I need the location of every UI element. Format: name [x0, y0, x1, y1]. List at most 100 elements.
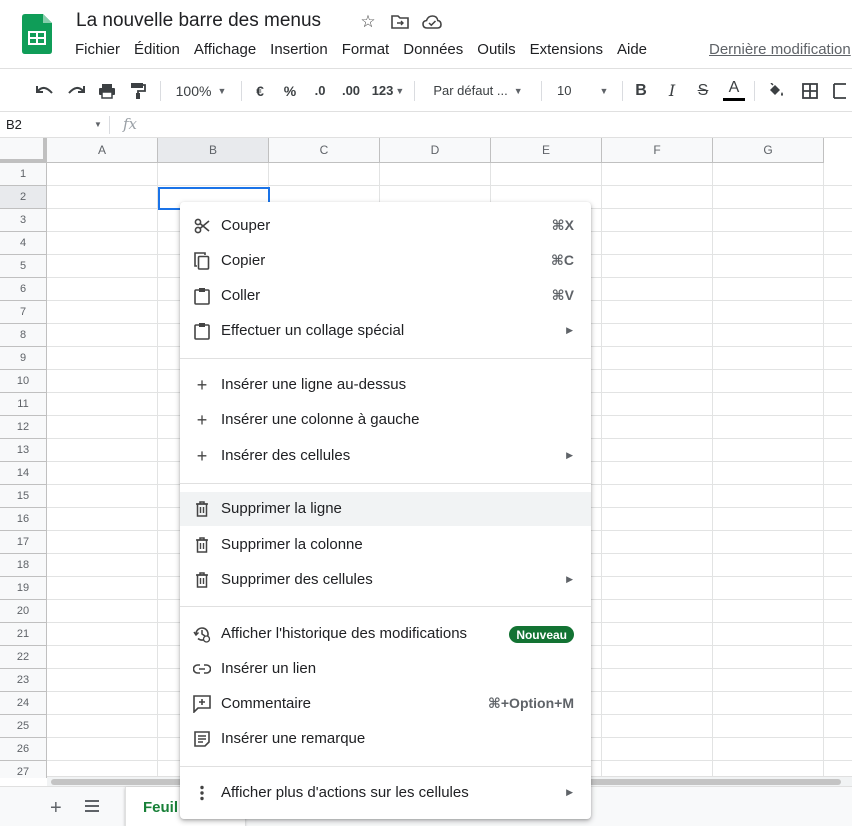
menu-item-insert-row-above[interactable]: + Insérer une ligne au-dessus — [180, 368, 591, 402]
name-box[interactable]: B2 — [6, 117, 22, 132]
menu-fichier[interactable]: Fichier — [68, 40, 127, 59]
column-header[interactable]: F — [602, 138, 713, 163]
currency-button[interactable]: € — [250, 69, 270, 112]
row-header[interactable]: 12 — [0, 416, 47, 439]
move-folder-icon[interactable] — [389, 11, 411, 33]
row-header[interactable]: 6 — [0, 278, 47, 301]
chevron-down-icon[interactable]: ▼ — [94, 120, 102, 129]
menu-edition[interactable]: Édition — [127, 40, 187, 59]
context-menu: Couper ⌘X Copier ⌘C Coller ⌘V Effectuer … — [180, 202, 591, 819]
row-header[interactable]: 2 — [0, 186, 47, 209]
menu-item-label: Insérer un lien — [221, 660, 317, 677]
row-header[interactable]: 4 — [0, 232, 47, 255]
row-header[interactable]: 27 — [0, 761, 47, 778]
document-title[interactable]: La nouvelle barre des menus — [76, 10, 321, 32]
borders-icon[interactable] — [798, 69, 822, 112]
column-header[interactable]: B — [158, 138, 269, 163]
toolbar-divider — [622, 81, 623, 101]
paint-format-icon[interactable] — [125, 69, 151, 112]
row-header[interactable]: 23 — [0, 669, 47, 692]
menu-donnees[interactable]: Données — [396, 40, 470, 59]
row-header[interactable]: 14 — [0, 462, 47, 485]
menu-format[interactable]: Format — [335, 40, 397, 59]
percent-button[interactable]: % — [280, 69, 300, 112]
column-header[interactable]: A — [47, 138, 158, 163]
menu-item-insert-link[interactable]: Insérer un lien — [180, 652, 591, 686]
undo-icon[interactable] — [32, 69, 58, 112]
row-header[interactable]: 24 — [0, 692, 47, 715]
menu-item-paste[interactable]: Coller ⌘V — [180, 279, 591, 313]
menu-item-paste-special[interactable]: Effectuer un collage spécial ▶ — [180, 314, 591, 348]
bold-button[interactable]: B — [630, 69, 652, 112]
toolbar: 100% ▼ € % .0 .00 123 ▼ Par défaut ... ▼ 10… — [0, 68, 852, 112]
row-header[interactable]: 9 — [0, 347, 47, 370]
last-edit-link[interactable]: Dernière modification — [709, 41, 851, 58]
column-header[interactable]: E — [491, 138, 602, 163]
more-formats-button[interactable]: 123 ▼ — [369, 69, 407, 112]
sheets-logo-icon[interactable] — [22, 14, 52, 54]
shortcut-label: ⌘X — [551, 217, 574, 233]
zoom-select[interactable]: 100% ▼ — [168, 69, 234, 112]
grid-line — [47, 185, 852, 186]
row-header[interactable]: 18 — [0, 554, 47, 577]
font-select[interactable]: Par défaut ... ▼ — [424, 69, 532, 112]
menu-aide[interactable]: Aide — [610, 40, 654, 59]
row-header[interactable]: 15 — [0, 485, 47, 508]
menu-item-edit-history[interactable]: Afficher l'historique des modifications … — [180, 617, 591, 651]
menu-item-cut[interactable]: Couper ⌘X — [180, 209, 591, 243]
row-header[interactable]: 13 — [0, 439, 47, 462]
italic-button[interactable]: I — [661, 69, 683, 112]
menu-outils[interactable]: Outils — [470, 40, 522, 59]
menu-item-delete-cells[interactable]: Supprimer des cellules ▶ — [180, 563, 591, 597]
row-header[interactable]: 17 — [0, 531, 47, 554]
row-header[interactable]: 10 — [0, 370, 47, 393]
chevron-down-icon: ▼ — [395, 85, 405, 96]
row-header[interactable]: 22 — [0, 646, 47, 669]
menu-item-more-actions[interactable]: Afficher plus d'actions sur les cellules… — [180, 776, 591, 810]
increase-decimal-button[interactable]: .00 — [338, 69, 364, 112]
toolbar-divider — [160, 81, 161, 101]
row-header[interactable]: 8 — [0, 324, 47, 347]
star-icon[interactable]: ☆ — [357, 11, 379, 33]
row-header[interactable]: 11 — [0, 393, 47, 416]
column-header[interactable]: D — [380, 138, 491, 163]
font-size-select[interactable]: 10 ▼ — [548, 69, 616, 112]
menu-item-delete-column[interactable]: Supprimer la colonne — [180, 528, 591, 562]
redo-icon[interactable] — [63, 69, 89, 112]
merge-cells-icon[interactable] — [828, 69, 852, 112]
column-header[interactable]: G — [713, 138, 824, 163]
row-header[interactable]: 1 — [0, 163, 47, 186]
column-header[interactable]: C — [269, 138, 380, 163]
chevron-down-icon: ▼ — [217, 85, 227, 96]
menu-item-insert-cells[interactable]: + Insérer des cellules ▶ — [180, 439, 591, 473]
menu-item-copy[interactable]: Copier ⌘C — [180, 244, 591, 278]
toolbar-divider — [541, 81, 542, 101]
row-header[interactable]: 25 — [0, 715, 47, 738]
menu-affichage[interactable]: Affichage — [187, 40, 263, 59]
menu-item-insert-column-left[interactable]: + Insérer une colonne à gauche — [180, 403, 591, 437]
cloud-status-icon[interactable] — [421, 11, 443, 33]
row-header[interactable]: 5 — [0, 255, 47, 278]
row-header[interactable]: 19 — [0, 577, 47, 600]
row-header[interactable]: 26 — [0, 738, 47, 761]
row-header[interactable]: 20 — [0, 600, 47, 623]
menu-item-insert-note[interactable]: Insérer une remarque — [180, 722, 591, 756]
menu-divider — [180, 606, 591, 607]
all-sheets-icon[interactable] — [84, 798, 100, 814]
print-icon[interactable] — [94, 69, 120, 112]
row-header[interactable]: 21 — [0, 623, 47, 646]
select-all-corner[interactable] — [0, 138, 47, 163]
menu-item-label: Coller — [221, 287, 261, 304]
add-sheet-icon[interactable]: + — [50, 797, 62, 820]
row-header[interactable]: 7 — [0, 301, 47, 324]
decrease-decimal-button[interactable]: .0 — [307, 69, 333, 112]
menu-extensions[interactable]: Extensions — [523, 40, 610, 59]
fill-color-icon[interactable] — [764, 69, 788, 112]
row-header[interactable]: 16 — [0, 508, 47, 531]
menu-item-delete-row[interactable]: Supprimer la ligne — [180, 492, 591, 526]
menu-insertion[interactable]: Insertion — [263, 40, 335, 59]
menu-item-comment[interactable]: Commentaire ⌘+Option+M — [180, 687, 591, 721]
row-header[interactable]: 3 — [0, 209, 47, 232]
strikethrough-button[interactable]: S — [692, 69, 714, 112]
text-color-button[interactable]: A — [722, 69, 746, 112]
